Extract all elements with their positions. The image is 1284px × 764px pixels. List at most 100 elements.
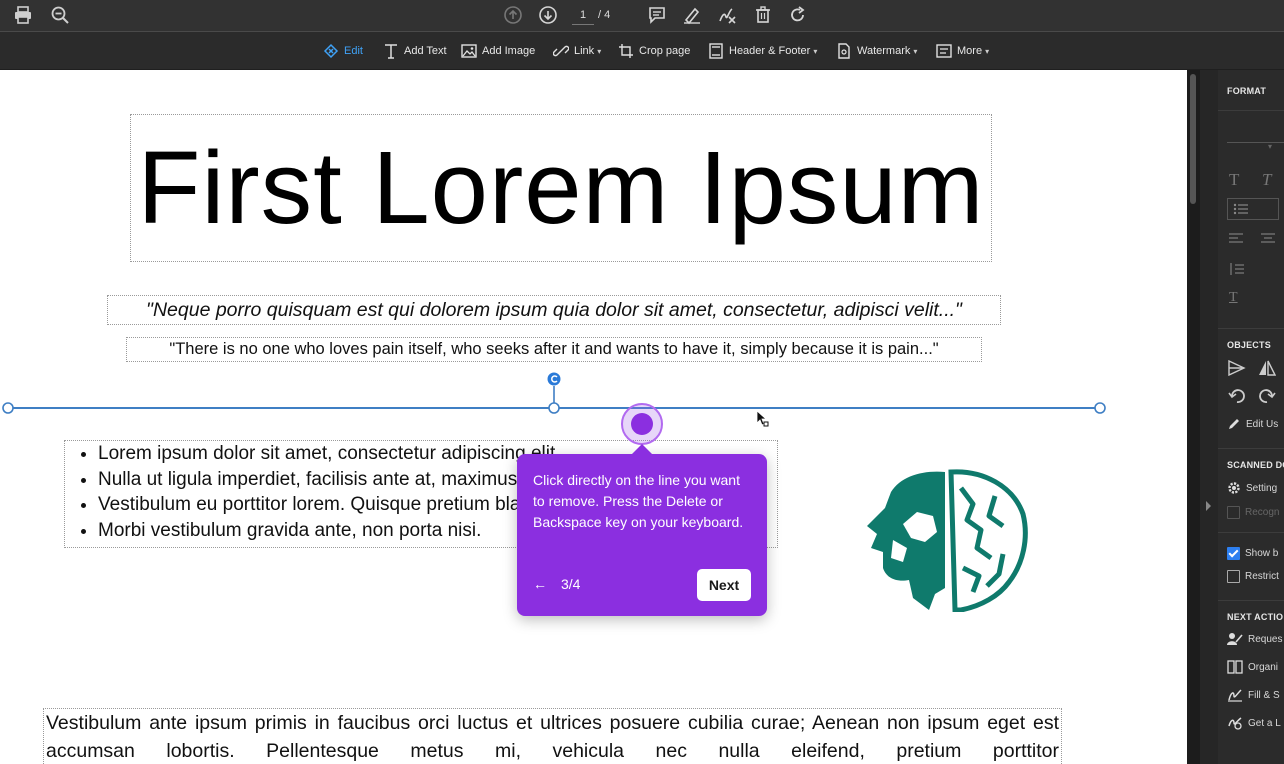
signature-link-icon (1228, 717, 1242, 730)
watermark-label: Watermark (857, 45, 911, 57)
font-family-dropdown[interactable] (1227, 128, 1284, 143)
text-italic-t-icon[interactable]: T (1262, 170, 1271, 190)
link-label: Link (574, 45, 595, 57)
tooltip-text: Click directly on the line you want to r… (533, 472, 744, 530)
scrollbar-thumb[interactable] (1190, 74, 1196, 204)
settings-button[interactable]: Setting (1227, 481, 1277, 495)
rotate-handle[interactable] (547, 372, 561, 386)
request-signature-icon (1227, 633, 1243, 645)
more-label: More (957, 45, 983, 57)
mouse-cursor-icon (756, 410, 769, 427)
comment-icon[interactable] (646, 4, 668, 26)
quote-line-1[interactable]: "Neque porro quisquam est qui dolorem ip… (107, 295, 1001, 325)
panel-collapse-strip[interactable] (1200, 70, 1218, 764)
line-mid-handle[interactable] (548, 402, 560, 414)
show-label: Show b (1245, 548, 1279, 559)
link-button[interactable]: Link ▾ (553, 40, 601, 62)
link-icon (553, 45, 569, 57)
image-icon (461, 44, 477, 58)
tooltip-back-arrow-icon[interactable]: ← (533, 576, 547, 592)
tour-beacon (621, 403, 663, 445)
line-start-handle[interactable] (2, 402, 14, 414)
recognize-checkbox (1227, 506, 1240, 519)
add-image-label: Add Image (482, 45, 536, 57)
edit-tool-label: Edit (344, 45, 363, 57)
bullet-list-icon (1233, 203, 1248, 215)
add-text-button[interactable]: Add Text (383, 40, 447, 62)
rotate-icon[interactable] (787, 4, 809, 26)
tour-beacon-dot (631, 413, 653, 435)
format-panel: FORMAT ▾ T T T OBJECTS Edit Us SCANNED D… (1200, 70, 1284, 764)
rotate-handle-glyph (551, 375, 558, 383)
edit-tool-button[interactable]: Edit (323, 40, 363, 62)
fill-sign-button[interactable]: Fill & S (1227, 688, 1280, 702)
objects-header: OBJECTS (1227, 340, 1271, 350)
chevron-right-icon[interactable] (1205, 500, 1213, 512)
align-left-icon[interactable] (1229, 233, 1243, 245)
chevron-down-icon: ▾ (985, 46, 990, 56)
header-footer-button[interactable]: Header & Footer ▾ (708, 40, 817, 62)
show-checkbox[interactable] (1227, 547, 1240, 560)
flip-vertical-icon[interactable] (1228, 360, 1246, 376)
request-signatures-button[interactable]: Reques (1227, 632, 1282, 646)
zoom-out-icon[interactable] (49, 4, 71, 26)
restrict-editing-option[interactable]: Restrict (1227, 570, 1279, 583)
tooltip-step-counter: 3/4 (561, 576, 581, 592)
highlight-pen-icon[interactable] (681, 4, 703, 26)
restrict-checkbox[interactable] (1227, 570, 1240, 583)
scanned-docs-header: SCANNED DO (1227, 460, 1284, 470)
page-total: / 4 (598, 9, 611, 21)
previous-page-icon[interactable] (502, 4, 524, 26)
organize-pages-button[interactable]: Organi (1227, 660, 1278, 674)
edit-using-button[interactable]: Edit Us (1227, 417, 1278, 431)
crop-icon (619, 44, 633, 58)
recognize-label: Recogn (1245, 507, 1280, 518)
add-text-label: Add Text (404, 45, 447, 57)
chevron-down-icon[interactable]: ▾ (1268, 142, 1272, 151)
line-spacing-icon[interactable] (1228, 262, 1244, 276)
brain-logo-image[interactable] (863, 468, 1029, 612)
edit-icon (323, 43, 339, 59)
list-style-dropdown[interactable] (1227, 198, 1279, 220)
fill-sign-icon (1228, 689, 1242, 702)
restrict-label: Restrict (1245, 571, 1279, 582)
show-bounding-boxes-option[interactable]: Show b (1227, 547, 1278, 560)
header-footer-icon (709, 43, 723, 59)
text-style-t-icon[interactable]: T (1229, 170, 1239, 190)
body-paragraph[interactable]: Vestibulum ante ipsum primis in faucibus… (43, 708, 1062, 764)
chevron-down-icon: ▾ (813, 46, 818, 56)
flip-horizontal-icon[interactable] (1258, 360, 1276, 376)
vertical-scrollbar[interactable] (1187, 70, 1200, 764)
add-image-button[interactable]: Add Image (461, 40, 535, 62)
quote-line-2[interactable]: "There is no one who loves pain itself, … (126, 337, 982, 362)
print-icon[interactable] (12, 4, 34, 26)
align-center-icon[interactable] (1261, 233, 1275, 245)
fill-sign-label: Fill & S (1248, 689, 1280, 701)
page-number-input[interactable]: 1 (572, 6, 594, 25)
text-baseline-icon[interactable]: T (1229, 290, 1238, 306)
rotate-right-icon[interactable] (1258, 388, 1276, 404)
organize-label: Organi (1248, 661, 1279, 673)
next-page-icon[interactable] (537, 4, 559, 26)
next-actions-header: NEXT ACTIO (1227, 612, 1284, 622)
crop-page-button[interactable]: Crop page (618, 40, 690, 62)
get-link-button[interactable]: Get a L (1227, 716, 1281, 730)
organize-pages-icon (1227, 660, 1243, 674)
watermark-button[interactable]: Watermark ▾ (836, 40, 917, 62)
more-button[interactable]: More ▾ (936, 40, 989, 62)
format-header: FORMAT (1227, 86, 1267, 96)
request-label: Reques (1248, 633, 1283, 645)
pencil-icon (1229, 419, 1239, 429)
tooltip-next-button[interactable]: Next (697, 569, 751, 601)
sign-icon[interactable] (716, 4, 738, 26)
recognize-text-option: Recogn (1227, 506, 1279, 519)
header-footer-label: Header & Footer (729, 45, 811, 57)
text-icon (385, 44, 397, 59)
trash-icon[interactable] (752, 4, 774, 26)
line-end-handle[interactable] (1094, 402, 1106, 414)
more-icon (936, 44, 952, 58)
document-canvas[interactable]: First Lorem Ipsum "Neque porro quisquam … (0, 70, 1187, 764)
gear-icon (1228, 482, 1240, 494)
rotate-left-icon[interactable] (1228, 388, 1246, 404)
document-title[interactable]: First Lorem Ipsum (130, 114, 992, 262)
